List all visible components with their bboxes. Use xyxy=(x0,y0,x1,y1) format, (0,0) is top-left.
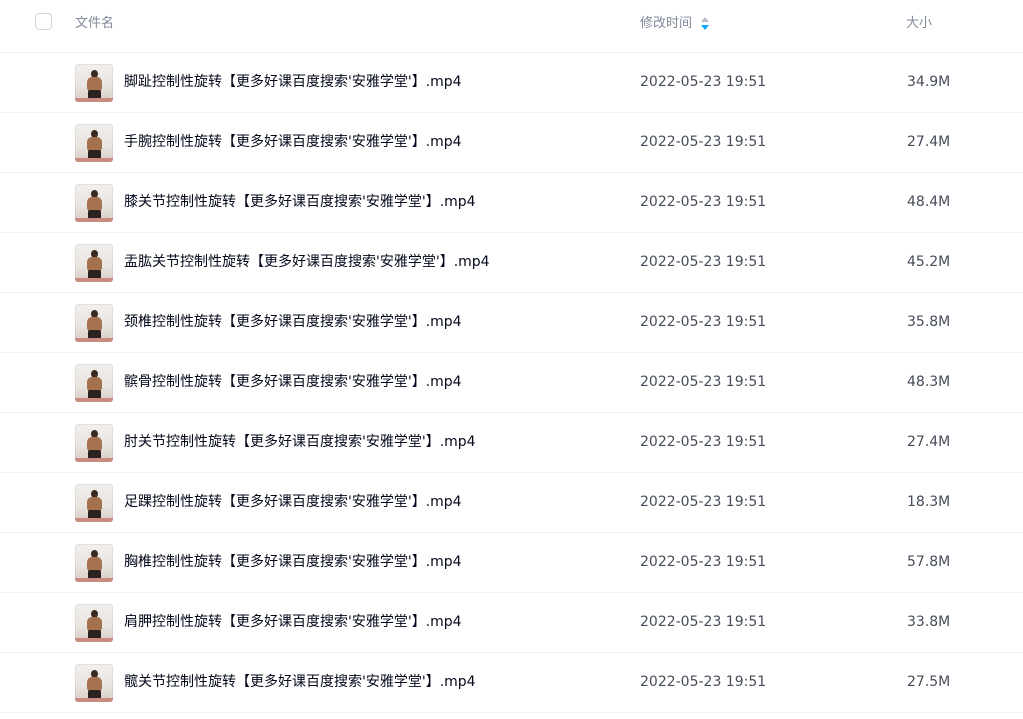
file-size: 34.9M xyxy=(907,74,951,90)
video-thumbnail xyxy=(75,304,113,342)
file-size: 27.4M xyxy=(907,434,951,450)
modified-time: 2022-05-23 19:51 xyxy=(640,374,767,390)
file-name[interactable]: 肘关节控制性旋转【更多好课百度搜索'安雅学堂'】.mp4 xyxy=(124,433,476,452)
modified-time: 2022-05-23 19:51 xyxy=(640,434,767,450)
modified-time: 2022-05-23 19:51 xyxy=(640,134,767,150)
table-row[interactable]: 肩胛控制性旋转【更多好课百度搜索'安雅学堂'】.mp4 2022-05-23 1… xyxy=(0,593,1023,653)
file-name[interactable]: 髌骨控制性旋转【更多好课百度搜索'安雅学堂'】.mp4 xyxy=(124,373,462,392)
table-row[interactable]: 胸椎控制性旋转【更多好课百度搜索'安雅学堂'】.mp4 2022-05-23 1… xyxy=(0,533,1023,593)
video-thumbnail xyxy=(75,244,113,282)
sort-ascending-icon xyxy=(701,17,710,22)
video-thumbnail xyxy=(75,604,113,642)
select-all-checkbox[interactable] xyxy=(35,13,52,30)
column-header-name[interactable]: 文件名 xyxy=(75,15,114,33)
file-size: 33.8M xyxy=(907,614,951,630)
table-row[interactable]: 肘关节控制性旋转【更多好课百度搜索'安雅学堂'】.mp4 2022-05-23 … xyxy=(0,413,1023,473)
file-size: 27.4M xyxy=(907,134,951,150)
column-header-size[interactable]: 大小 xyxy=(906,15,932,33)
file-name[interactable]: 盂肱关节控制性旋转【更多好课百度搜索'安雅学堂'】.mp4 xyxy=(124,253,490,272)
sort-icon[interactable] xyxy=(701,17,710,31)
file-size: 45.2M xyxy=(907,254,951,270)
table-row[interactable]: 髌骨控制性旋转【更多好课百度搜索'安雅学堂'】.mp4 2022-05-23 1… xyxy=(0,353,1023,413)
video-thumbnail xyxy=(75,544,113,582)
video-thumbnail xyxy=(75,364,113,402)
column-header-modified[interactable]: 修改时间 xyxy=(640,15,710,33)
file-rows: 脚趾控制性旋转【更多好课百度搜索'安雅学堂'】.mp4 2022-05-23 1… xyxy=(0,53,1023,713)
file-size: 35.8M xyxy=(907,314,951,330)
file-name[interactable]: 手腕控制性旋转【更多好课百度搜索'安雅学堂'】.mp4 xyxy=(124,133,462,152)
video-thumbnail xyxy=(75,184,113,222)
file-name[interactable]: 肩胛控制性旋转【更多好课百度搜索'安雅学堂'】.mp4 xyxy=(124,613,462,632)
file-name[interactable]: 髋关节控制性旋转【更多好课百度搜索'安雅学堂'】.mp4 xyxy=(124,673,476,692)
file-name[interactable]: 胸椎控制性旋转【更多好课百度搜索'安雅学堂'】.mp4 xyxy=(124,553,462,572)
modified-time: 2022-05-23 19:51 xyxy=(640,314,767,330)
video-thumbnail xyxy=(75,664,113,702)
file-size: 57.8M xyxy=(907,554,951,570)
modified-time: 2022-05-23 19:51 xyxy=(640,254,767,270)
video-thumbnail xyxy=(75,484,113,522)
file-size: 48.3M xyxy=(907,374,951,390)
modified-time: 2022-05-23 19:51 xyxy=(640,614,767,630)
video-thumbnail xyxy=(75,124,113,162)
table-row[interactable]: 脚趾控制性旋转【更多好课百度搜索'安雅学堂'】.mp4 2022-05-23 1… xyxy=(0,53,1023,113)
table-header: 文件名 修改时间 大小 xyxy=(0,0,1023,53)
modified-time: 2022-05-23 19:51 xyxy=(640,554,767,570)
file-name[interactable]: 颈椎控制性旋转【更多好课百度搜索'安雅学堂'】.mp4 xyxy=(124,313,462,332)
video-thumbnail xyxy=(75,424,113,462)
table-row[interactable]: 髋关节控制性旋转【更多好课百度搜索'安雅学堂'】.mp4 2022-05-23 … xyxy=(0,653,1023,713)
file-name[interactable]: 足踝控制性旋转【更多好课百度搜索'安雅学堂'】.mp4 xyxy=(124,493,462,512)
column-header-modified-label: 修改时间 xyxy=(640,16,693,31)
video-thumbnail xyxy=(75,64,113,102)
file-size: 27.5M xyxy=(907,674,951,690)
file-list-table: 文件名 修改时间 大小 脚趾控制性旋转【更多好课百度搜索'安雅学堂'】.mp4 … xyxy=(0,0,1023,713)
file-size: 48.4M xyxy=(907,194,951,210)
table-row[interactable]: 足踝控制性旋转【更多好课百度搜索'安雅学堂'】.mp4 2022-05-23 1… xyxy=(0,473,1023,533)
table-row[interactable]: 手腕控制性旋转【更多好课百度搜索'安雅学堂'】.mp4 2022-05-23 1… xyxy=(0,113,1023,173)
sort-descending-icon xyxy=(701,25,710,30)
file-name[interactable]: 膝关节控制性旋转【更多好课百度搜索'安雅学堂'】.mp4 xyxy=(124,193,476,212)
modified-time: 2022-05-23 19:51 xyxy=(640,74,767,90)
file-name[interactable]: 脚趾控制性旋转【更多好课百度搜索'安雅学堂'】.mp4 xyxy=(124,73,462,92)
file-size: 18.3M xyxy=(907,494,951,510)
table-row[interactable]: 膝关节控制性旋转【更多好课百度搜索'安雅学堂'】.mp4 2022-05-23 … xyxy=(0,173,1023,233)
modified-time: 2022-05-23 19:51 xyxy=(640,494,767,510)
table-row[interactable]: 颈椎控制性旋转【更多好课百度搜索'安雅学堂'】.mp4 2022-05-23 1… xyxy=(0,293,1023,353)
modified-time: 2022-05-23 19:51 xyxy=(640,194,767,210)
table-row[interactable]: 盂肱关节控制性旋转【更多好课百度搜索'安雅学堂'】.mp4 2022-05-23… xyxy=(0,233,1023,293)
modified-time: 2022-05-23 19:51 xyxy=(640,674,767,690)
